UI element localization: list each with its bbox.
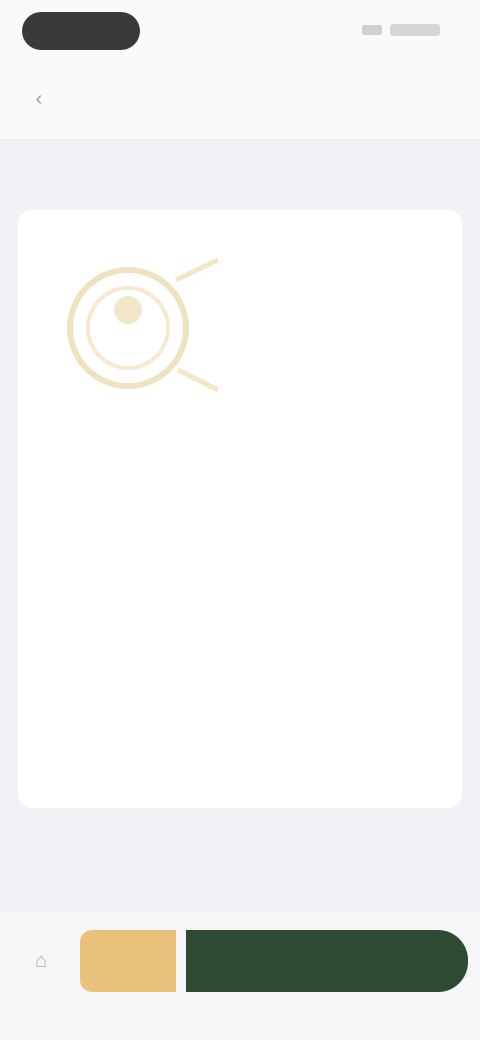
home-icon: ⌂ bbox=[34, 949, 48, 972]
back-button[interactable]: ‹ bbox=[24, 84, 54, 114]
signal-icon bbox=[362, 25, 382, 35]
status-indicators bbox=[362, 24, 440, 36]
navigation-bar: ‹ bbox=[0, 62, 480, 140]
seal-icon bbox=[67, 257, 220, 393]
battery-icon bbox=[390, 24, 440, 36]
home-button[interactable]: ⌂ bbox=[24, 944, 58, 978]
dynamic-island bbox=[22, 12, 140, 50]
status-bar bbox=[0, 0, 480, 62]
primary-action-button[interactable] bbox=[186, 930, 468, 992]
chevron-left-icon: ‹ bbox=[35, 87, 43, 110]
secondary-action-button[interactable] bbox=[80, 930, 176, 992]
